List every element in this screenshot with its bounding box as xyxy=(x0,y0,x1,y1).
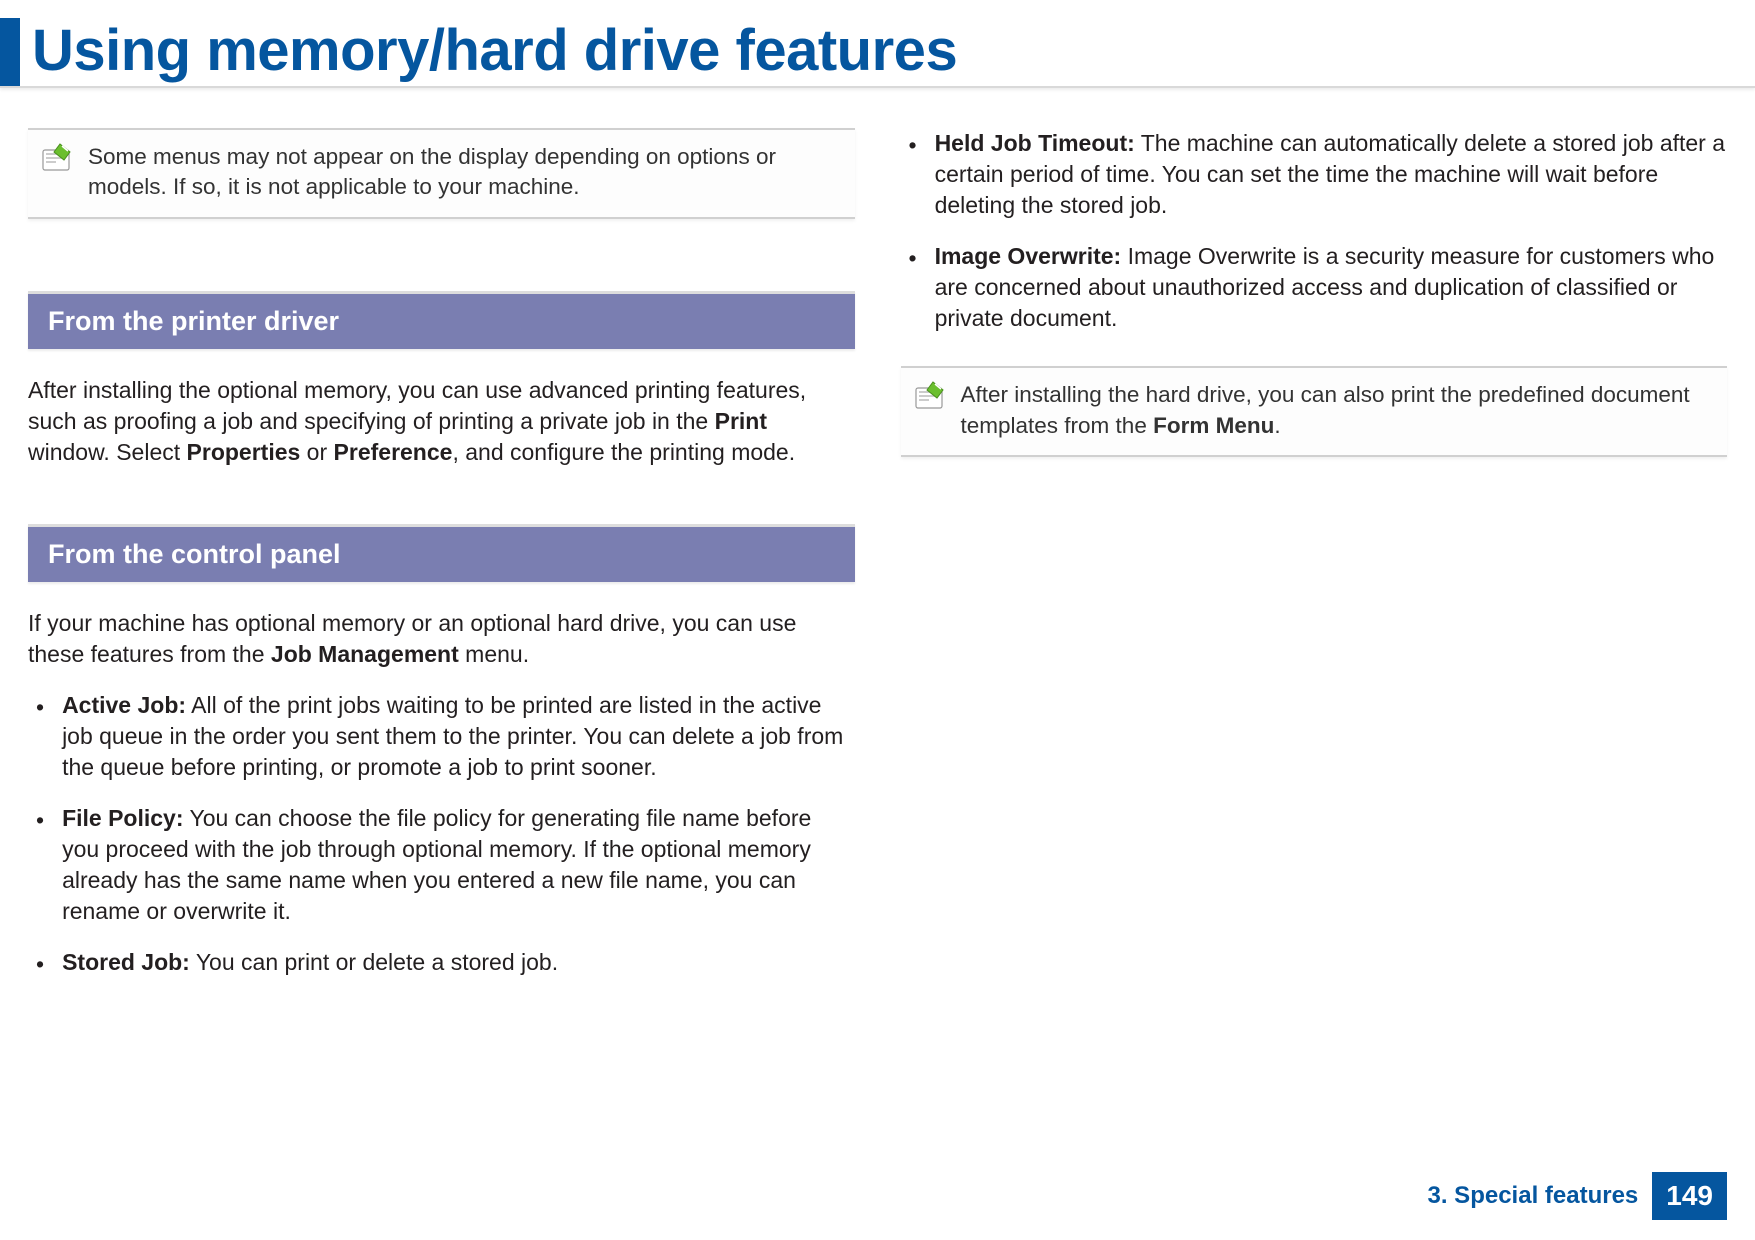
page-title: Using memory/hard drive features xyxy=(32,22,957,86)
left-column: Some menus may not appear on the display… xyxy=(28,128,855,1000)
bold-properties: Properties xyxy=(187,439,301,465)
bold-job-management: Job Management xyxy=(271,641,459,667)
list-item: • File Policy: You can choose the file p… xyxy=(28,803,855,927)
section-heading-panel: From the control panel xyxy=(28,524,855,582)
note-icon xyxy=(913,378,947,412)
bullet-icon: • xyxy=(36,947,44,980)
bullet-body: Image Overwrite: Image Overwrite is a se… xyxy=(935,241,1727,334)
bullet-label: Held Job Timeout: xyxy=(935,130,1135,156)
chapter-label: 3. Special features xyxy=(1428,1182,1639,1210)
bullet-label: Image Overwrite: xyxy=(935,243,1122,269)
note-box-form-menu: After installing the hard drive, you can… xyxy=(901,366,1728,457)
bullet-body: Active Job: All of the print jobs waitin… xyxy=(62,690,854,783)
bullet-text: You can print or delete a stored job. xyxy=(190,949,558,975)
bullet-body: Stored Job: You can print or delete a st… xyxy=(62,947,854,980)
section1-paragraph: After installing the optional memory, yo… xyxy=(28,375,855,468)
text-fragment: menu. xyxy=(459,641,529,667)
section2-intro: If your machine has optional memory or a… xyxy=(28,608,855,670)
bullet-icon: • xyxy=(909,128,917,221)
bullet-body: File Policy: You can choose the file pol… xyxy=(62,803,854,927)
list-item: • Stored Job: You can print or delete a … xyxy=(28,947,855,980)
note-text: After installing the hard drive, you can… xyxy=(961,378,1716,441)
bold-preference: Preference xyxy=(334,439,453,465)
text-fragment: After installing the optional memory, yo… xyxy=(28,377,806,434)
note-icon xyxy=(40,140,74,174)
text-fragment: or xyxy=(300,439,333,465)
page-footer: 3. Special features 149 xyxy=(1428,1172,1728,1220)
text-fragment: window. Select xyxy=(28,439,187,465)
text-fragment: After installing the hard drive, you can… xyxy=(961,382,1690,437)
bullet-icon: • xyxy=(36,803,44,927)
section-heading-driver: From the printer driver xyxy=(28,291,855,349)
title-accent-bar xyxy=(0,18,20,86)
bold-print: Print xyxy=(715,408,767,434)
bullet-body: Held Job Timeout: The machine can automa… xyxy=(935,128,1727,221)
list-item: • Image Overwrite: Image Overwrite is a … xyxy=(901,241,1728,334)
page-number: 149 xyxy=(1652,1172,1727,1220)
list-item: • Active Job: All of the print jobs wait… xyxy=(28,690,855,783)
right-column: • Held Job Timeout: The machine can auto… xyxy=(901,128,1728,1000)
note-box-menus: Some menus may not appear on the display… xyxy=(28,128,855,219)
list-item: • Held Job Timeout: The machine can auto… xyxy=(901,128,1728,221)
bullet-icon: • xyxy=(36,690,44,783)
bullet-label: Active Job: xyxy=(62,692,186,718)
bullet-label: File Policy: xyxy=(62,805,183,831)
content-area: Some menus may not appear on the display… xyxy=(0,88,1755,1000)
text-fragment: . xyxy=(1274,413,1280,438)
text-fragment: , and configure the printing mode. xyxy=(452,439,795,465)
title-area: Using memory/hard drive features xyxy=(0,0,1755,88)
bullet-icon: • xyxy=(909,241,917,334)
note-text: Some menus may not appear on the display… xyxy=(88,140,843,203)
bold-form-menu: Form Menu xyxy=(1153,413,1274,438)
bullet-label: Stored Job: xyxy=(62,949,190,975)
